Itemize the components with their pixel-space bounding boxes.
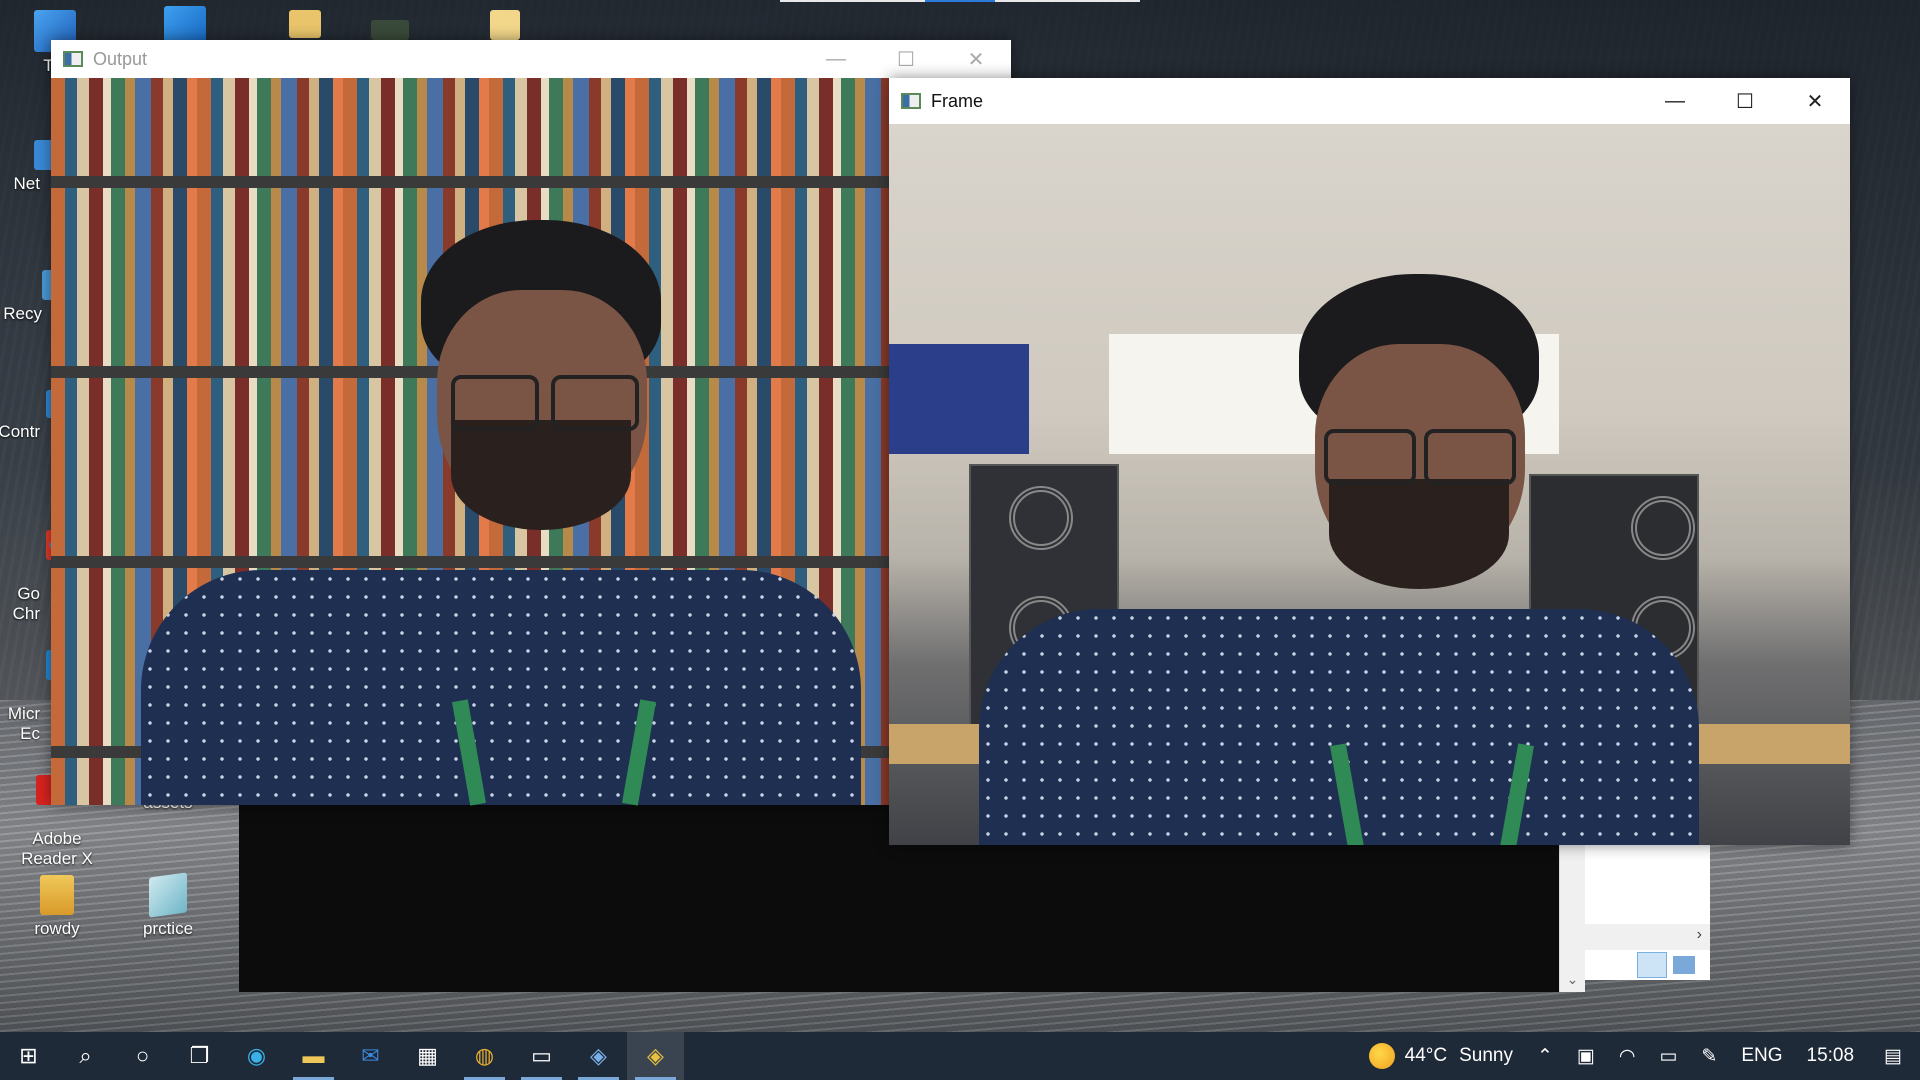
sun-icon	[1368, 1043, 1395, 1069]
taskbar: ⊞ ⌕ ○ ❐ ◉ ▬ ✉ ▦ ◍ ▭ ◈ ◈ 44°C Sunny ⌃ ▣ ◠…	[0, 1032, 1920, 1080]
task-view-icon: ❐	[189, 1043, 210, 1068]
close-icon[interactable]: ✕	[1780, 78, 1850, 124]
maximize-icon[interactable]: ☐	[871, 40, 941, 78]
chevron-up-icon[interactable]: ⌃	[1525, 1045, 1565, 1068]
taskbar-python-app[interactable]: ◈	[627, 1032, 684, 1080]
explorer-window-fragment: ›	[1585, 840, 1710, 980]
pen-icon[interactable]: ✎	[1689, 1045, 1729, 1068]
folder-icon: ▬	[302, 1043, 325, 1068]
notification-icon[interactable]: ▤	[1866, 1045, 1920, 1068]
cortana-button[interactable]: ○	[114, 1032, 171, 1080]
clock[interactable]: 15:08	[1795, 1045, 1867, 1067]
folder-icon	[289, 10, 321, 38]
person-figure-output	[141, 220, 861, 806]
image-icon	[371, 20, 409, 40]
taskbar-store[interactable]: ▦	[399, 1032, 456, 1080]
person-figure-frame	[979, 274, 1699, 845]
large-icons-view-icon[interactable]	[1673, 956, 1695, 974]
output-window[interactable]: Output — ☐ ✕	[51, 40, 1011, 806]
windows-logo-icon: ⊞	[19, 1043, 38, 1068]
file-icon	[149, 872, 187, 918]
python-icon: ◈	[647, 1043, 664, 1068]
opencv-window-icon	[901, 93, 921, 109]
search-button[interactable]: ⌕	[57, 1032, 114, 1080]
maximize-icon[interactable]: ☐	[1710, 78, 1780, 124]
frame-titlebar[interactable]: Frame — ☐ ✕	[889, 78, 1850, 124]
frame-image-webcam	[889, 124, 1850, 845]
cortana-circle-icon: ○	[135, 1043, 150, 1068]
desktop-icon-rowdy[interactable]: rowdy	[12, 875, 102, 939]
weather-condition: Sunny	[1459, 1045, 1513, 1066]
folder-zip-icon	[40, 875, 74, 915]
frame-window[interactable]: Frame — ☐ ✕	[889, 78, 1850, 845]
opencv-window-icon	[63, 51, 83, 67]
desktop-icon-folder-top[interactable]	[260, 10, 350, 42]
weather-temperature: 44°C	[1404, 1045, 1448, 1066]
desktop-icon-label: Adobe Reader X	[21, 829, 93, 868]
minimize-icon[interactable]: —	[1640, 78, 1710, 124]
chevron-right-icon[interactable]: ›	[1697, 926, 1702, 944]
desktop-icon-label: prctice	[142, 919, 194, 938]
chrome-icon: ◍	[474, 1043, 495, 1068]
background-window-edge	[780, 0, 1140, 2]
desktop-icon-prctice[interactable]: prctice	[123, 872, 213, 939]
weather-widget[interactable]: 44°C Sunny	[1357, 1043, 1525, 1069]
taskbar-edge[interactable]: ◉	[228, 1032, 285, 1080]
start-button[interactable]: ⊞	[0, 1032, 57, 1080]
mail-icon: ✉	[361, 1043, 380, 1068]
explorer-scrollbar[interactable]: ›	[1585, 924, 1710, 950]
desktop-icon-document-top[interactable]	[460, 10, 550, 44]
system-tray: 44°C Sunny ⌃ ▣ ◠ ▭ ✎ ENG 15:08 ▤	[1357, 1032, 1920, 1080]
edge-icon: ◉	[246, 1043, 267, 1068]
desktop-icon-label: rowdy	[34, 919, 80, 938]
window-title: Output	[93, 48, 148, 69]
taskbar-terminal[interactable]: ▭	[513, 1032, 570, 1080]
taskbar-chrome[interactable]: ◍	[456, 1032, 513, 1080]
meet-now-icon[interactable]: ▣	[1565, 1045, 1607, 1068]
store-icon: ▦	[417, 1043, 438, 1068]
task-view-button[interactable]: ❐	[171, 1032, 228, 1080]
terminal-icon: ▭	[531, 1043, 552, 1068]
document-icon	[490, 10, 520, 40]
taskbar-python-idle[interactable]: ◈	[570, 1032, 627, 1080]
language-indicator[interactable]: ENG	[1729, 1045, 1794, 1067]
close-icon[interactable]: ✕	[941, 40, 1011, 78]
search-icon: ⌕	[79, 1043, 92, 1068]
details-view-icon[interactable]	[1637, 952, 1667, 978]
taskbar-mail[interactable]: ✉	[342, 1032, 399, 1080]
chevron-down-icon[interactable]: ⌄	[1560, 971, 1585, 988]
output-titlebar[interactable]: Output — ☐ ✕	[51, 40, 1011, 78]
minimize-icon[interactable]: —	[801, 40, 871, 78]
wifi-icon[interactable]: ◠	[1607, 1045, 1648, 1068]
python-icon: ◈	[590, 1043, 607, 1068]
battery-icon[interactable]: ▭	[1647, 1045, 1689, 1068]
taskbar-file-explorer[interactable]: ▬	[285, 1032, 342, 1080]
window-title: Frame	[931, 90, 984, 111]
